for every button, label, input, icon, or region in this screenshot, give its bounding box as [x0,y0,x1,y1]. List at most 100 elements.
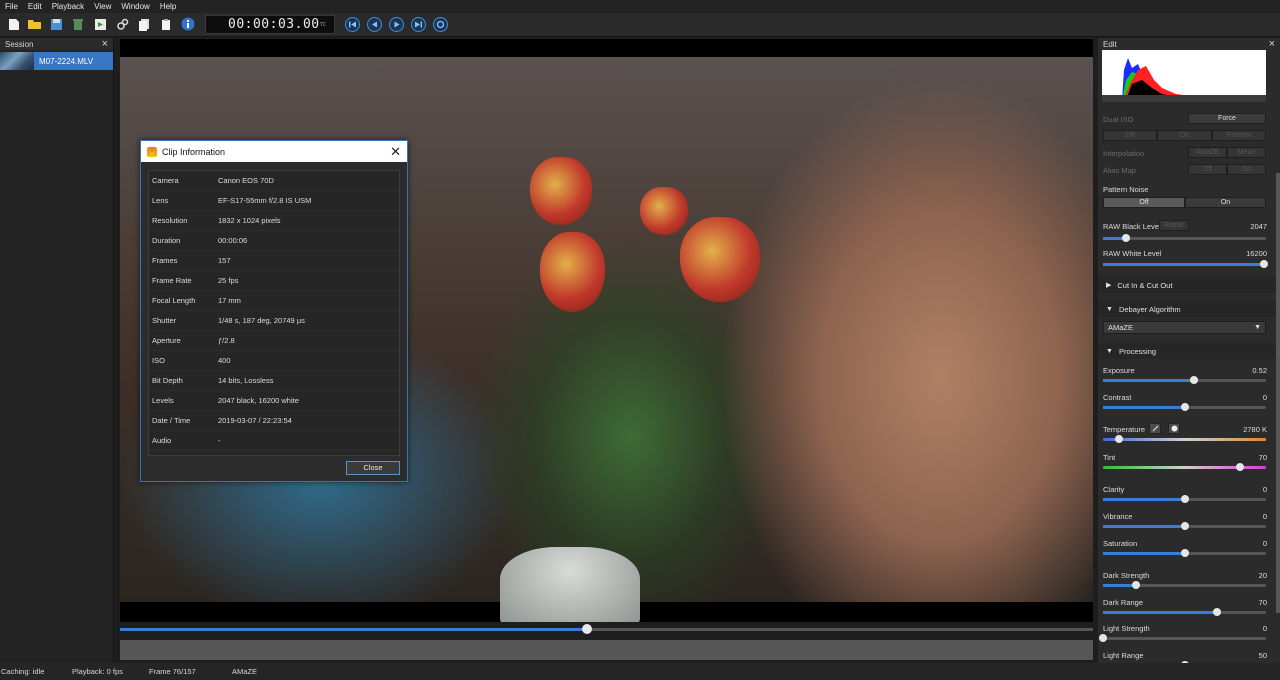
delete-clip-icon[interactable] [70,16,86,32]
slider-handle[interactable] [1180,403,1189,411]
chevron-down-icon: ▼ [1254,324,1261,331]
previous-frame-button[interactable] [367,17,382,32]
pattern-noise-on[interactable]: On [1185,197,1266,208]
loop-button[interactable] [433,17,448,32]
processing-slider[interactable] [1103,522,1266,530]
menu-help[interactable]: Help [155,0,181,13]
processing-slider[interactable] [1103,495,1266,503]
interpolation-amaze[interactable]: AMaZE [1188,147,1227,158]
dual-iso-preview[interactable]: Preview [1212,130,1266,141]
slider-handle[interactable] [1121,234,1130,242]
dual-iso-force-button[interactable]: Force [1188,113,1266,124]
info-key: Levels [152,396,174,405]
slider-handle[interactable] [1260,260,1269,268]
slider-handle[interactable] [1099,634,1107,642]
table-row: Camera Canon EOS 70D [149,171,399,191]
slider-handle[interactable] [1235,463,1244,471]
jump-to-start-button[interactable] [345,17,360,32]
expanded-arrow-icon: ▼ [1106,305,1113,313]
session-close-icon[interactable]: × [102,38,108,50]
slider-value: 70 [1258,453,1267,462]
menu-playback[interactable]: Playback [47,0,89,13]
info-value: 1/48 s, 187 deg, 20749 µs [218,316,305,325]
slider-handle[interactable] [1115,435,1124,443]
new-session-icon[interactable] [6,16,22,32]
session-header: Session × [0,38,113,50]
processing-slider[interactable] [1103,581,1266,589]
slider-value: 70 [1258,598,1267,607]
processing-slider[interactable] [1103,435,1266,443]
processing-slider[interactable] [1103,549,1266,557]
save-icon[interactable] [48,16,64,32]
dual-iso-on[interactable]: On [1157,130,1212,141]
slider-value: 0 [1262,624,1267,633]
session-clip-item[interactable]: M07-2224.MLV [0,52,113,70]
menu-edit[interactable]: Edit [23,0,47,13]
dialog-close-icon[interactable]: ✕ [390,144,401,160]
slider-label: Saturation [1103,539,1138,548]
cut-in-cut-out-section[interactable]: ▶ Cut In & Cut Out [1098,277,1276,293]
pattern-noise-off[interactable]: Off [1103,197,1185,208]
slider-handle[interactable] [1180,495,1189,503]
processing-slider[interactable] [1103,463,1266,471]
edit-panel-scrollbar[interactable] [1276,173,1280,613]
processing-slider[interactable] [1103,403,1266,411]
alias-map-off[interactable]: Off [1188,164,1227,175]
play-button[interactable] [389,17,404,32]
table-row: Date / Time 2019-03-07 / 22:23:54 [149,411,399,431]
slider-handle[interactable] [1131,581,1140,589]
menu-window[interactable]: Window [116,0,154,13]
timeline-strip[interactable] [120,640,1093,660]
processing-slider[interactable] [1103,376,1266,384]
dual-iso-off[interactable]: Off [1103,130,1157,141]
table-row: Lens EF-S17-55mm f/2.8 IS USM [149,191,399,211]
export-icon[interactable] [92,16,108,32]
status-bar: Caching: idle Playback: 0 fps Frame 76/1… [0,663,1280,680]
info-key: Aperture [152,336,181,345]
clip-information-dialog: Clip Information ✕ Camera Canon EOS 70D Le… [140,140,408,482]
raw-black-repair-button[interactable]: Repair [1159,220,1189,231]
histogram-mode-tabs[interactable] [1102,95,1266,102]
slider-handle[interactable] [1190,376,1199,384]
info-key: ISO [152,356,165,365]
timeline-playhead[interactable] [582,624,593,634]
info-key: Bit Depth [152,376,183,385]
info-key: Camera [152,176,179,185]
edit-close-icon[interactable]: × [1269,38,1275,50]
white-balance-reset-icon[interactable] [1168,423,1180,434]
slider-handle[interactable] [1180,661,1189,663]
slider-value: 0.52 [1252,366,1267,375]
close-button[interactable]: Close [346,461,400,475]
copy-receipt-icon[interactable] [136,16,152,32]
alias-map-on[interactable]: On [1227,164,1266,175]
settings-gear-icon[interactable] [114,16,130,32]
raw-black-level-slider[interactable] [1103,234,1266,242]
white-balance-picker-icon[interactable] [1149,423,1161,434]
slider-handle[interactable] [1213,608,1222,616]
open-folder-icon[interactable] [26,16,42,32]
clip-name: M07-2224.MLV [39,56,94,66]
next-frame-button[interactable] [411,17,426,32]
raw-black-level-label: RAW Black Level [1103,222,1161,231]
debayer-select[interactable]: AMaZE ▼ [1103,321,1266,334]
processing-slider[interactable] [1099,634,1266,642]
debayer-algorithm-section[interactable]: ▼ Debayer Algorithm [1098,301,1276,317]
info-icon[interactable] [180,16,196,32]
raw-white-level-slider[interactable] [1103,260,1269,268]
slider-label: Exposure [1103,366,1135,375]
slider-handle[interactable] [1180,522,1189,530]
session-title: Session [5,39,34,49]
info-key: Focal Length [152,296,196,305]
paste-receipt-icon[interactable] [158,16,174,32]
processing-slider[interactable] [1103,608,1266,616]
slider-handle[interactable] [1180,549,1189,557]
slider-fill [1103,379,1195,382]
interpolation-mean[interactable]: Mean [1227,147,1266,158]
timeline[interactable] [120,622,1093,638]
slider-label: Tint [1103,453,1116,462]
processing-section[interactable]: ▼ Processing [1098,343,1276,359]
info-value: 2019-03-07 / 22:23:54 [218,416,292,425]
timeline-track[interactable] [120,624,1093,634]
menu-view[interactable]: View [89,0,116,13]
menu-file[interactable]: File [0,0,23,13]
